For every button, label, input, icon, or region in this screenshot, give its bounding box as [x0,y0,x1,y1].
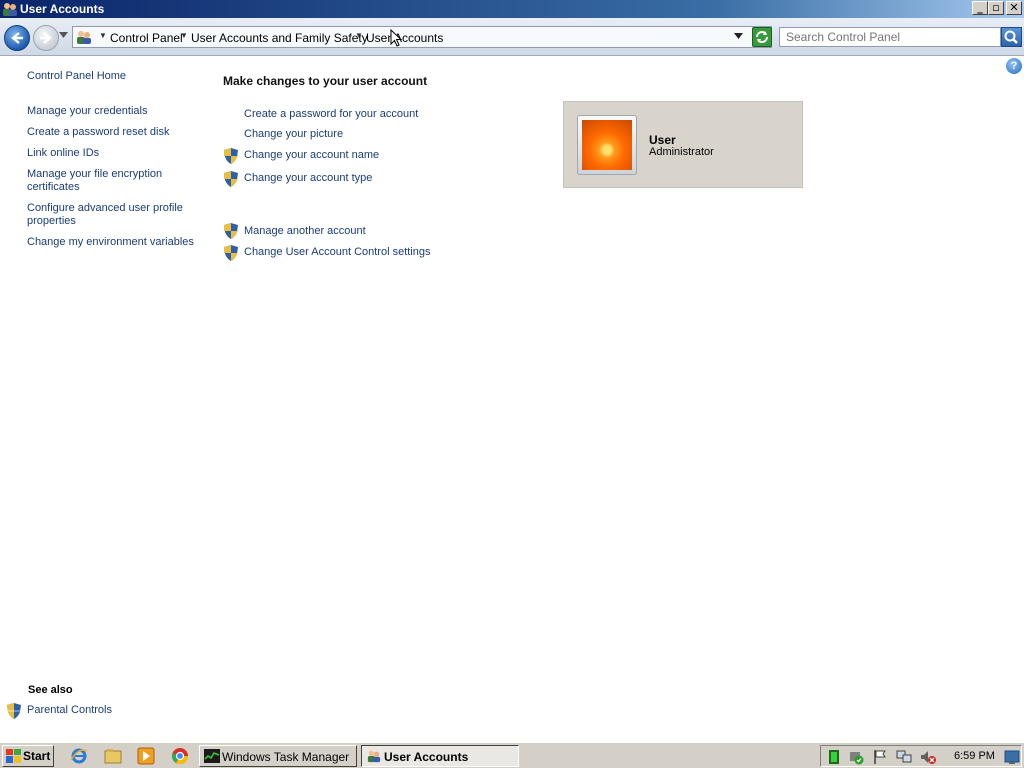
parental-controls-icon [7,703,21,719]
show-desktop-icon[interactable] [1004,749,1020,765]
clock[interactable]: 6:59 PM [954,750,995,762]
chevron-down-icon[interactable]: ▼ [99,31,107,40]
manage-credentials-link[interactable]: Manage your credentials [27,105,197,118]
address-history-dropdown-icon[interactable] [734,33,743,39]
task-manager-icon [204,749,220,763]
taskbar-button-label: Windows Task Manager [222,750,350,764]
security-center-icon[interactable] [848,749,864,765]
breadcrumb-user-accounts-family-safety[interactable]: User Accounts and Family Safety [191,31,368,45]
address-bar[interactable]: ▼ Control Panel ▼ User Accounts and Fami… [72,26,772,48]
taskbar-button-label: User Accounts [384,750,469,764]
mouse-cursor-icon [390,29,402,47]
change-account-name-link[interactable]: Change your account name [244,149,379,161]
account-type: Administrator [649,146,714,158]
search-button[interactable] [1001,27,1022,47]
taskbar-button-user-accounts[interactable]: User Accounts [361,745,519,767]
start-label: Start [23,749,51,763]
create-password-link[interactable]: Create a password for your account [244,108,418,120]
forward-button[interactable] [33,25,59,51]
uac-shield-icon [224,148,238,164]
start-button[interactable]: Start [2,745,54,767]
page-title: Make changes to your user account [223,74,428,88]
see-also-heading: See also [28,684,73,696]
windows-explorer-icon[interactable] [104,747,122,765]
action-center-flag-icon[interactable] [872,749,888,765]
close-button[interactable]: ✕ [1006,1,1022,15]
system-tray: 6:59 PM [820,745,1022,767]
search-input[interactable] [779,27,1001,47]
uac-shield-icon [224,245,238,261]
window-title: User Accounts [20,2,105,16]
recent-pages-dropdown-icon[interactable] [59,32,68,38]
manage-another-account-link[interactable]: Manage another account [244,225,366,237]
navigation-bar: ▼ Control Panel ▼ User Accounts and Fami… [0,18,1024,56]
change-account-type-link[interactable]: Change your account type [244,172,372,184]
chevron-down-icon[interactable]: ▼ [355,31,363,40]
network-monitor-icon[interactable] [826,749,842,765]
change-picture-link[interactable]: Change your picture [244,128,343,140]
search-icon [1004,30,1018,44]
link-online-ids-link[interactable]: Link online IDs [27,147,197,160]
parental-controls-link[interactable]: Parental Controls [27,704,112,717]
internet-explorer-icon[interactable] [70,747,88,765]
taskbar-button-task-manager[interactable]: Windows Task Manager [199,745,357,767]
account-tile: User Administrator [563,101,803,188]
user-accounts-icon [367,750,381,763]
breadcrumb-user-accounts[interactable]: User Accounts [366,31,443,45]
media-player-icon[interactable] [137,747,155,765]
chrome-icon[interactable] [171,747,189,765]
uac-settings-link[interactable]: Change User Account Control settings [244,246,431,258]
file-encryption-certificates-link[interactable]: Manage your file encryption certificates [27,168,177,194]
taskbar: Start Windows Task Manager User Accounts… [0,742,1024,768]
windows-flag-icon [6,749,21,763]
uac-shield-icon [224,223,238,239]
user-accounts-icon [3,3,17,16]
uac-shield-icon [224,171,238,187]
minimize-button[interactable]: _ [972,1,988,15]
account-picture-frame [577,115,637,175]
forward-arrow-icon [40,32,52,44]
back-arrow-icon [11,32,23,44]
account-name: User [649,133,676,147]
advanced-user-profile-link[interactable]: Configure advanced user profile properti… [27,202,197,228]
network-icon[interactable] [896,749,912,765]
refresh-icon [756,31,768,43]
environment-variables-link[interactable]: Change my environment variables [27,236,212,249]
chevron-down-icon[interactable]: ▼ [180,31,188,40]
volume-muted-icon[interactable] [920,749,936,765]
user-accounts-icon [77,31,91,44]
breadcrumb-control-panel[interactable]: Control Panel [110,31,183,45]
back-button[interactable] [4,25,30,51]
refresh-button[interactable] [752,27,772,47]
title-bar[interactable]: User Accounts _ ▫ ✕ [0,0,1024,18]
account-picture [582,120,632,170]
help-icon[interactable]: ? [1006,58,1022,74]
restore-button[interactable]: ▫ [988,1,1004,15]
control-panel-home-link[interactable]: Control Panel Home [27,70,126,83]
password-reset-disk-link[interactable]: Create a password reset disk [27,126,197,139]
